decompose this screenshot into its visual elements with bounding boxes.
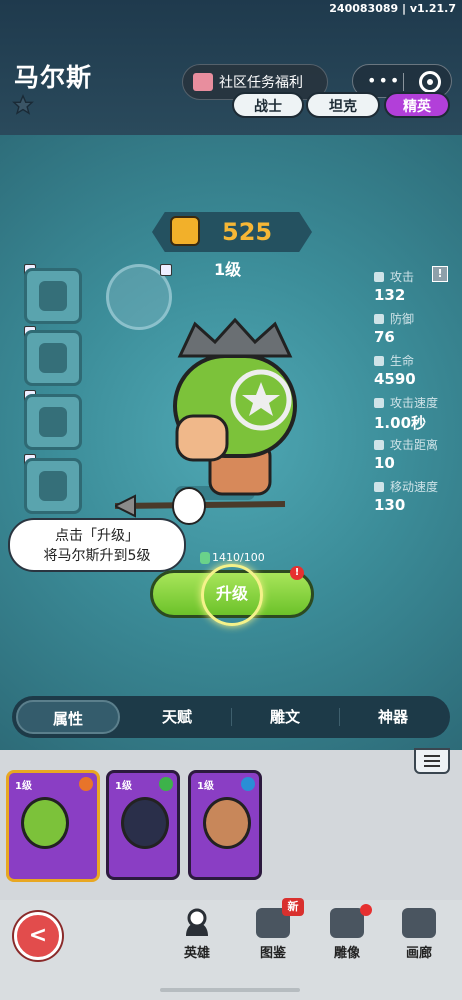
hero-card-chieftain[interactable]: 1级: [188, 770, 262, 880]
equip-slot-armor[interactable]: [24, 394, 82, 450]
capsule-divider: [403, 73, 404, 91]
sword-icon: [39, 281, 67, 311]
stat-label-attack-speed: 攻击速度: [390, 396, 439, 410]
upgrade-alert-badge: !: [290, 566, 304, 580]
nav-label-statue[interactable]: 雕像: [317, 942, 377, 961]
range-icon: [374, 440, 384, 450]
stat-value-attack: 132: [374, 286, 406, 304]
hero-portrait: [203, 797, 251, 849]
class-badge-icon: [79, 777, 93, 791]
hero-name: 马尔斯: [14, 63, 93, 92]
lock-icon: [160, 264, 172, 276]
list-view-button[interactable]: [414, 748, 450, 774]
stat-value-range: 10: [374, 454, 395, 472]
boot-speed-icon: [374, 482, 384, 492]
stat-label-defense: 防御: [390, 312, 415, 326]
stat-value-defense: 76: [374, 328, 395, 346]
exp-progress-text: 1410/100: [212, 551, 265, 564]
class-tab-elite[interactable]: 精英: [384, 92, 450, 118]
stat-value-move-speed: 130: [374, 496, 406, 514]
upgrade-highlight-ring: [201, 564, 263, 626]
hero-card-wizard[interactable]: 1级: [106, 770, 180, 880]
stat-value-hp: 4590: [374, 370, 416, 388]
stat-label-attack: 攻击: [390, 270, 415, 284]
armor-icon: [39, 407, 67, 437]
hero-nav-icon[interactable]: [180, 908, 214, 938]
home-indicator: [160, 988, 300, 992]
hero-card-level: 1级: [115, 781, 132, 792]
class-tab-warrior[interactable]: 战士: [232, 92, 304, 118]
hero-card-level: 1级: [15, 781, 32, 792]
hero-portrait: [21, 797, 69, 849]
sword-icon: [374, 272, 384, 282]
potion-icon: [200, 552, 210, 564]
tooltip-line-1: 点击「升级」: [55, 528, 139, 544]
stat-label-range: 攻击距离: [390, 438, 439, 452]
statue-icon[interactable]: [330, 908, 364, 938]
boots-icon: [39, 471, 67, 501]
hero-character[interactable]: [115, 316, 315, 526]
nav-label-hero[interactable]: 英雄: [167, 942, 227, 961]
stat-label-move-speed: 移动速度: [390, 480, 439, 494]
equip-slot-helmet[interactable]: [24, 330, 82, 386]
class-tab-tank[interactable]: 坦克: [306, 92, 380, 118]
attack-speed-icon: [374, 398, 384, 408]
hero-card-level: 1级: [197, 781, 214, 792]
equip-slot-boots[interactable]: [24, 458, 82, 514]
tutorial-tooltip: 点击「升级」 将马尔斯升到5级: [8, 518, 186, 572]
new-badge: 新: [282, 898, 304, 916]
hero-level: 1级: [214, 260, 242, 279]
power-value: 525: [222, 218, 273, 246]
tab-talent[interactable]: 天赋: [124, 700, 230, 734]
fist-power-icon: [170, 216, 200, 246]
back-button[interactable]: <: [14, 912, 62, 960]
nav-label-codex[interactable]: 图鉴: [243, 942, 303, 961]
equip-slot-weapon[interactable]: [24, 268, 82, 324]
stat-label-hp: 生命: [390, 354, 415, 368]
tab-glyph[interactable]: 雕文: [232, 700, 338, 734]
list-icon: [424, 755, 440, 757]
more-menu-button[interactable]: •••: [367, 71, 401, 90]
helmet-icon: [39, 343, 67, 373]
tooltip-line-2: 将马尔斯升到5级: [43, 548, 151, 564]
shield-icon: [374, 314, 384, 324]
tab-artifact[interactable]: 神器: [340, 700, 446, 734]
class-badge-icon: [159, 777, 173, 791]
alert-dot: [360, 904, 372, 916]
stat-value-attack-speed: 1.00秒: [374, 414, 427, 432]
version-label: 240083089 | v1.21.7: [329, 2, 456, 15]
hero-portrait: [121, 797, 169, 849]
gift-icon: [193, 73, 213, 91]
hero-card-mars[interactable]: 1级: [6, 770, 100, 882]
info-button[interactable]: !: [432, 266, 448, 282]
gallery-picture-icon[interactable]: [402, 908, 436, 938]
community-task-label: 社区任务福利: [219, 75, 303, 91]
heart-icon: [374, 356, 384, 366]
class-badge-icon: [241, 777, 255, 791]
star-icon[interactable]: [12, 94, 34, 116]
close-target-icon[interactable]: [419, 71, 441, 93]
tab-attributes[interactable]: 属性: [16, 700, 120, 734]
nav-label-gallery[interactable]: 画廊: [389, 942, 449, 961]
